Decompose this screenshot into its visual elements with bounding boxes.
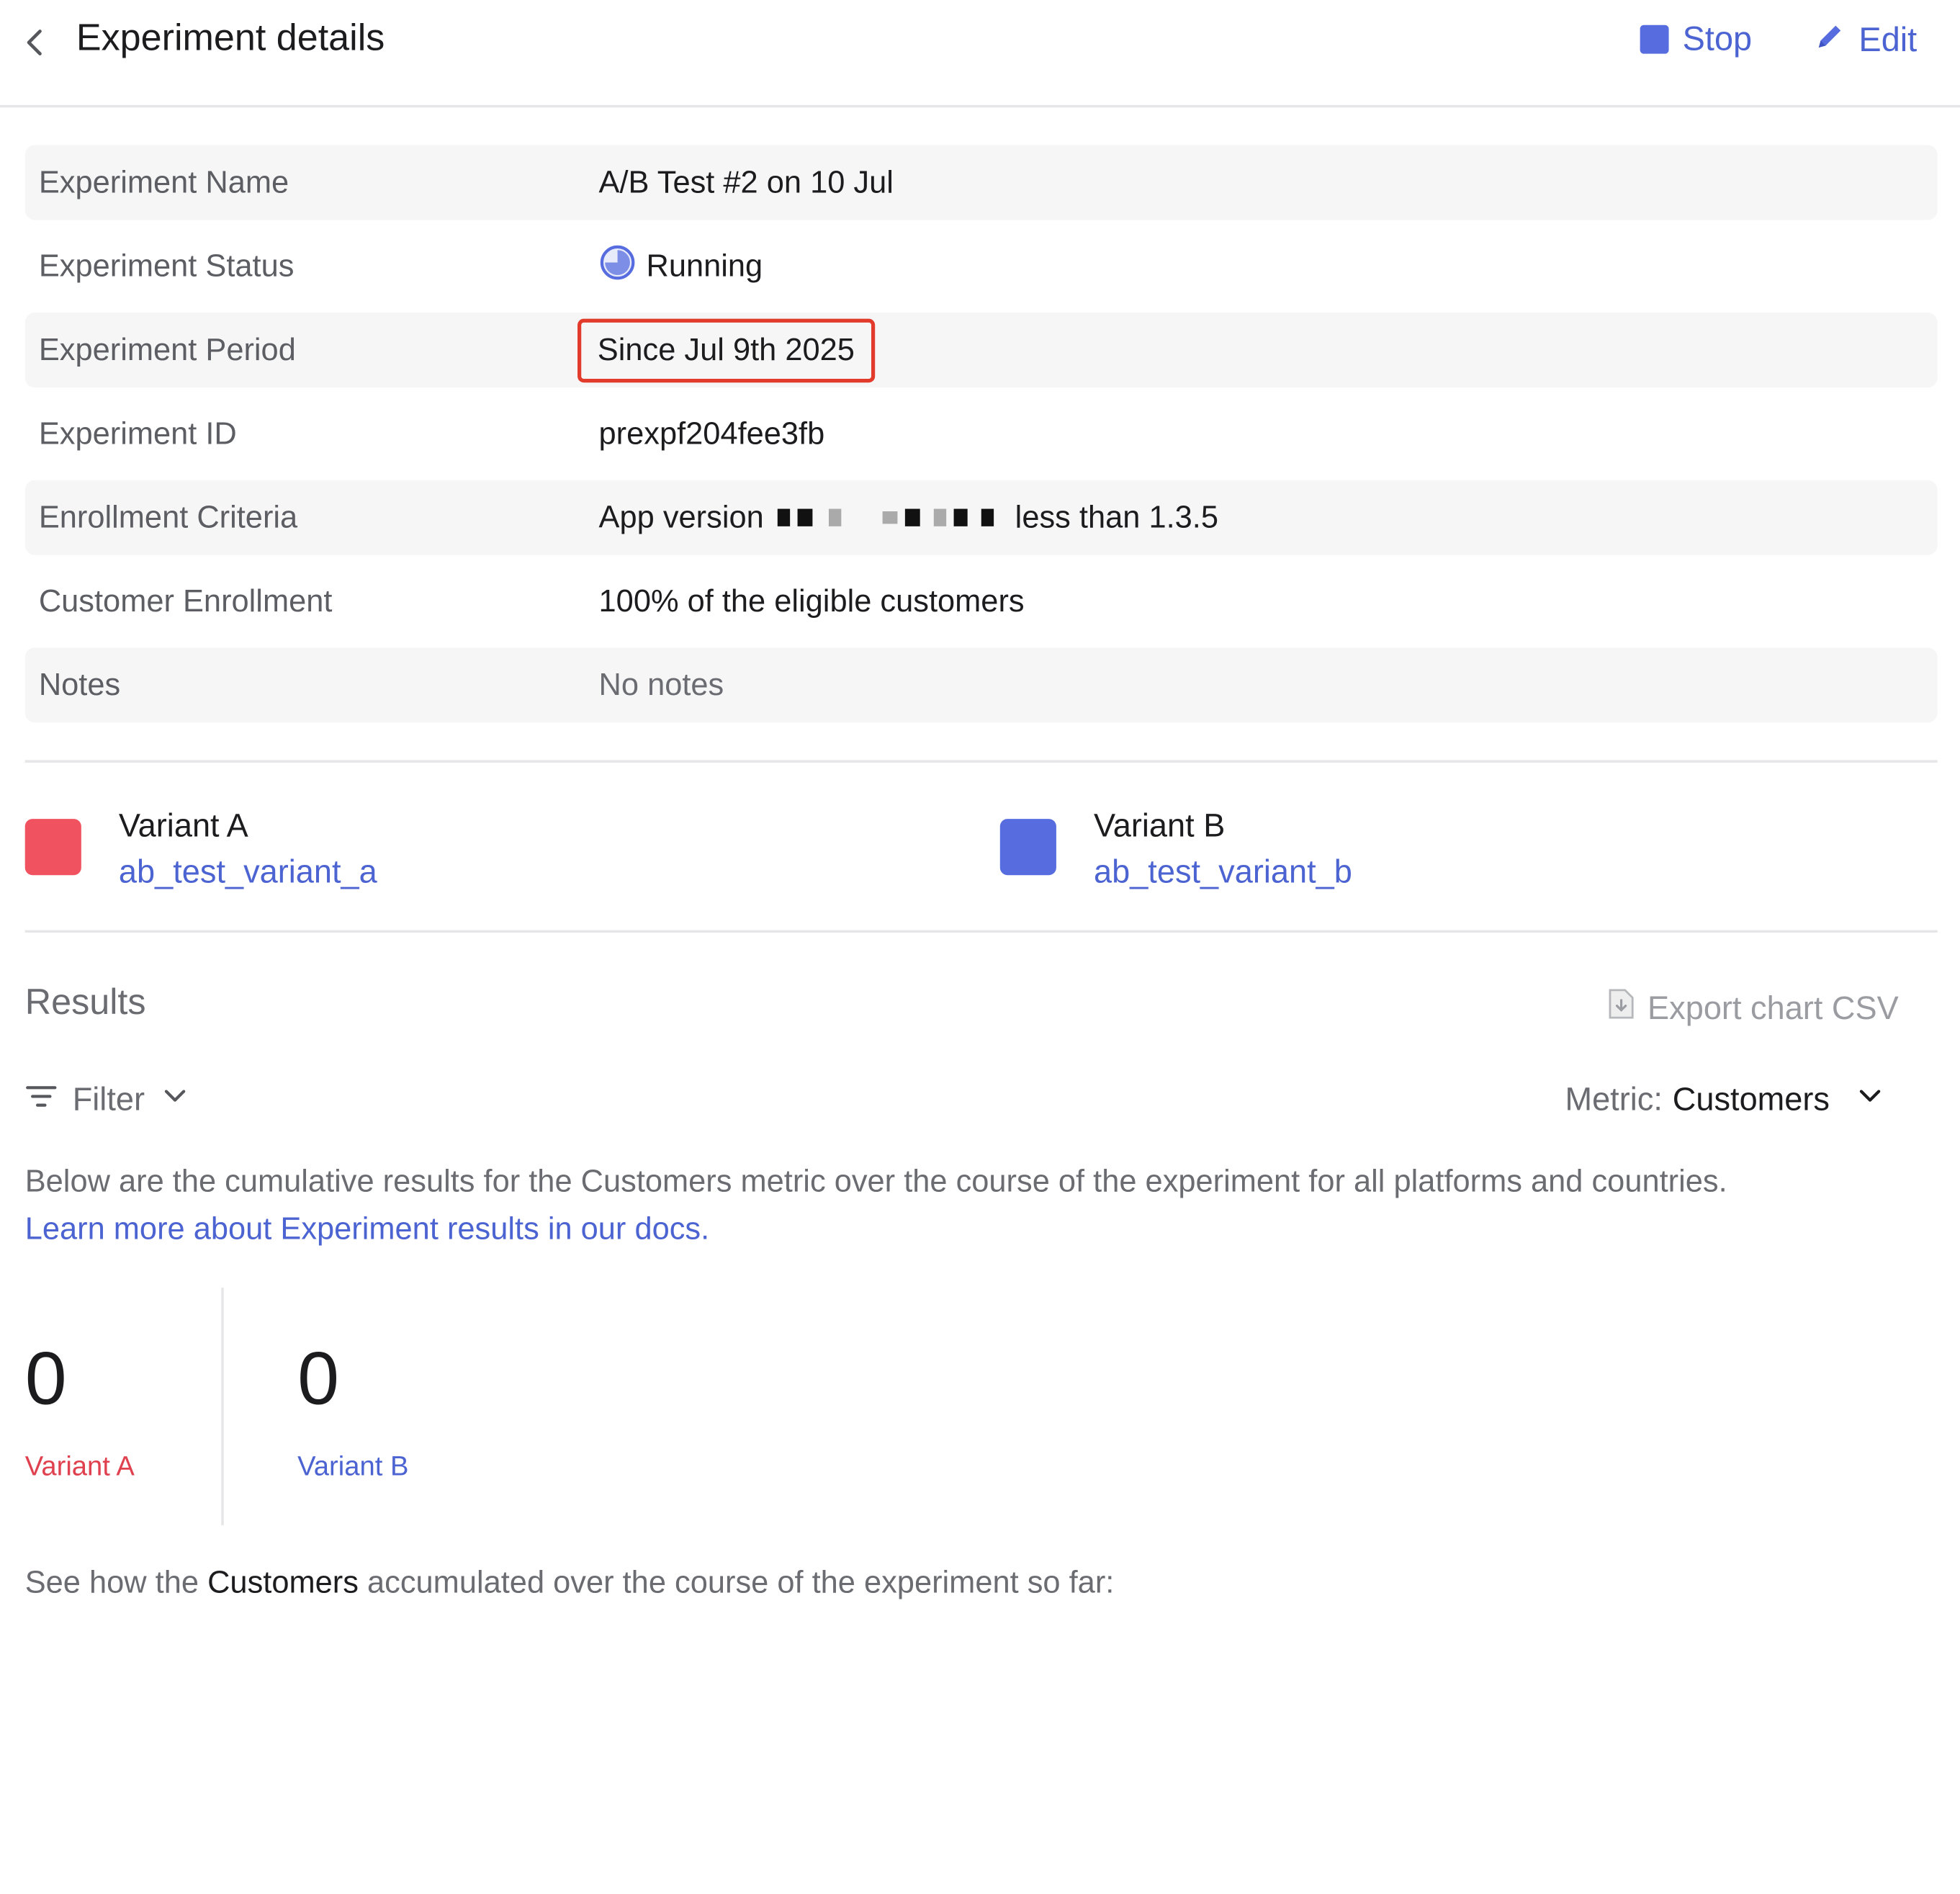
header-bar: Experiment details Stop Edit — [0, 0, 1960, 108]
export-chart-csv-button[interactable]: Export chart CSV — [1607, 987, 1899, 1028]
detail-row-notes: Notes No notes — [24, 647, 1938, 723]
export-label: Export chart CSV — [1647, 989, 1899, 1027]
metric-prefix: Metric: — [1565, 1080, 1663, 1118]
detail-label: Experiment Name — [38, 164, 289, 199]
filter-label: Filter — [72, 1080, 145, 1118]
description-text: Below are the cumulative results for the… — [24, 1164, 1727, 1199]
detail-row-status: Experiment Status Running — [25, 229, 1938, 304]
section-divider — [24, 930, 1938, 933]
stop-button[interactable]: Stop — [1640, 20, 1752, 59]
file-download-icon — [1607, 987, 1635, 1028]
detail-label: Experiment Status — [38, 248, 295, 284]
caption-suffix: accumulated over the course of the exper… — [367, 1565, 1115, 1601]
page-title: Experiment details — [76, 17, 385, 59]
stat-divider — [221, 1288, 224, 1525]
experiment-period-cell: Since Jul 9th 2025 — [577, 318, 875, 382]
variant-b-stat-value: 0 — [297, 1336, 340, 1421]
variant-a-name: Variant A — [118, 806, 248, 844]
detail-label: Enrollment Criteria — [38, 499, 298, 535]
variant-b-stat-label: Variant B — [297, 1450, 409, 1482]
chevron-down-icon — [1855, 1080, 1885, 1119]
filter-dropdown[interactable]: Filter — [25, 1080, 190, 1119]
section-divider — [24, 760, 1938, 763]
experiment-details-table: Experiment Name A/B Test #2 on 10 Jul Ex… — [24, 145, 1938, 731]
detail-label: Experiment ID — [38, 416, 237, 451]
redacted-block — [774, 508, 1005, 526]
metric-value: Customers — [1672, 1080, 1830, 1118]
running-status-icon — [599, 243, 637, 290]
experiment-name-value: A/B Test #2 on 10 Jul — [598, 164, 894, 199]
variant-a-text: Variant A ab_test_variant_a — [119, 804, 377, 896]
variant-a-stat-label: Variant A — [24, 1450, 135, 1482]
detail-row-id: Experiment ID prexpf204fee3fb — [25, 396, 1938, 471]
detail-label: Experiment Period — [38, 331, 296, 367]
detail-row-customer-enrollment: Customer Enrollment 100% of the eligible… — [25, 564, 1938, 639]
variant-a-stat-value: 0 — [24, 1336, 67, 1421]
back-chevron-icon[interactable] — [17, 25, 53, 60]
detail-label: Notes — [38, 667, 121, 702]
notes-value: No notes — [598, 667, 724, 702]
edit-button[interactable]: Edit — [1814, 20, 1917, 61]
status-text: Running — [646, 248, 763, 284]
experiment-details-page: Experiment details Stop Edit Experiment … — [0, 0, 1960, 1894]
accumulation-caption: See how the Customers accumulated over t… — [25, 1565, 1115, 1601]
variant-b-color-swatch — [999, 819, 1056, 876]
variant-a-color-swatch — [24, 819, 81, 876]
results-heading: Results — [24, 982, 146, 1023]
customer-enrollment-value: 100% of the eligible customers — [598, 583, 1025, 619]
variant-a-key-link[interactable]: ab_test_variant_a — [119, 846, 377, 896]
metric-selector[interactable]: Metric: Customers — [1565, 1080, 1884, 1119]
variant-b-text: Variant B ab_test_variant_b — [1094, 804, 1352, 896]
results-description: Below are the cumulative results for the… — [25, 1158, 1938, 1253]
detail-label: Customer Enrollment — [38, 583, 333, 619]
variant-b-name: Variant B — [1094, 806, 1226, 844]
filter-icon — [25, 1080, 58, 1119]
variant-b-stat: 0 Variant B — [297, 1333, 408, 1483]
detail-row-period: Experiment Period Since Jul 9th 2025 — [24, 313, 1938, 388]
caption-metric: Customers — [207, 1565, 359, 1601]
variant-a-stat: 0 Variant A — [25, 1333, 135, 1483]
edit-button-label: Edit — [1858, 21, 1918, 59]
caption-prefix: See how the — [24, 1565, 199, 1601]
pencil-icon — [1814, 20, 1846, 61]
variant-b-card: Variant B ab_test_variant_b — [999, 804, 1352, 896]
enrollment-criteria-value: App version less than 1.3.5 — [599, 500, 1218, 536]
variant-a-card: Variant A ab_test_variant_a — [24, 804, 377, 896]
criteria-prefix: App version — [598, 499, 764, 535]
criteria-suffix: less than 1.3.5 — [1015, 499, 1219, 535]
experiment-status-value: Running — [599, 243, 763, 290]
chevron-down-icon — [160, 1080, 190, 1119]
experiment-period-value: Since Jul 9th 2025 — [577, 318, 875, 382]
docs-link[interactable]: Learn more about Experiment results in o… — [25, 1211, 709, 1247]
experiment-id-value: prexpf204fee3fb — [598, 416, 825, 451]
variant-b-key-link[interactable]: ab_test_variant_b — [1094, 846, 1352, 896]
detail-row-enrollment-criteria: Enrollment Criteria App version less tha… — [24, 480, 1938, 555]
detail-row-name: Experiment Name A/B Test #2 on 10 Jul — [24, 145, 1938, 220]
stop-button-label: Stop — [1682, 19, 1753, 58]
stop-square-icon — [1640, 24, 1669, 54]
